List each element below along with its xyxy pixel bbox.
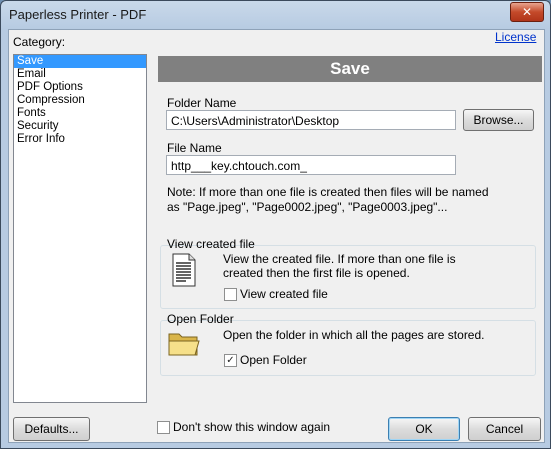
close-button[interactable]: ✕ xyxy=(510,2,544,22)
view-group-desc-line2: created then the first file is opened. xyxy=(223,266,410,280)
view-created-file-label[interactable]: View created file xyxy=(240,287,328,301)
view-created-file-checkbox[interactable] xyxy=(224,288,237,301)
view-group-desc-line1: View the created file. If more than one … xyxy=(223,252,456,266)
category-item-email[interactable]: Email xyxy=(14,68,146,81)
category-item-compression[interactable]: Compression xyxy=(14,94,146,107)
dialog-client-area: Category: License Save Email PDF Options… xyxy=(8,29,545,443)
dialog-window: Paperless Printer - PDF ✕ Category: Lice… xyxy=(0,0,551,449)
category-item-save[interactable]: Save xyxy=(14,55,146,68)
category-item-fonts[interactable]: Fonts xyxy=(14,107,146,120)
open-folder-checkbox[interactable]: ✓ xyxy=(224,354,237,367)
cancel-button[interactable]: Cancel xyxy=(468,417,541,441)
note-text-line2: as "Page.jpeg", "Page0002.jpeg", "Page00… xyxy=(167,200,448,214)
document-icon xyxy=(172,253,196,287)
category-list[interactable]: Save Email PDF Options Compression Fonts… xyxy=(13,54,147,403)
dont-show-again-label[interactable]: Don't show this window again xyxy=(173,420,330,434)
open-group-desc: Open the folder in which all the pages a… xyxy=(223,328,485,342)
category-item-error-info[interactable]: Error Info xyxy=(14,133,146,146)
ok-button[interactable]: OK xyxy=(388,417,460,441)
note-text-line1: Note: If more than one file is created t… xyxy=(167,185,489,199)
open-folder-label[interactable]: Open Folder xyxy=(240,353,307,367)
file-name-field[interactable]: http___key.chtouch.com_ xyxy=(166,155,456,175)
folder-name-label: Folder Name xyxy=(167,96,237,110)
folder-icon xyxy=(168,333,200,356)
title-bar[interactable]: Paperless Printer - PDF ✕ xyxy=(1,1,550,29)
window-title: Paperless Printer - PDF xyxy=(9,7,147,22)
license-link[interactable]: License xyxy=(495,30,536,44)
dont-show-again-checkbox[interactable] xyxy=(157,421,170,434)
open-group-title: Open Folder xyxy=(167,312,234,326)
category-item-pdf-options[interactable]: PDF Options xyxy=(14,81,146,94)
category-label: Category: xyxy=(13,35,66,49)
category-item-security[interactable]: Security xyxy=(14,120,146,133)
panel-header: Save xyxy=(158,56,542,82)
defaults-button[interactable]: Defaults... xyxy=(13,417,90,441)
view-group-title: View created file xyxy=(167,237,255,251)
file-name-label: File Name xyxy=(167,141,222,155)
browse-button[interactable]: Browse... xyxy=(463,109,534,131)
folder-name-field[interactable]: C:\Users\Administrator\Desktop xyxy=(166,110,456,130)
